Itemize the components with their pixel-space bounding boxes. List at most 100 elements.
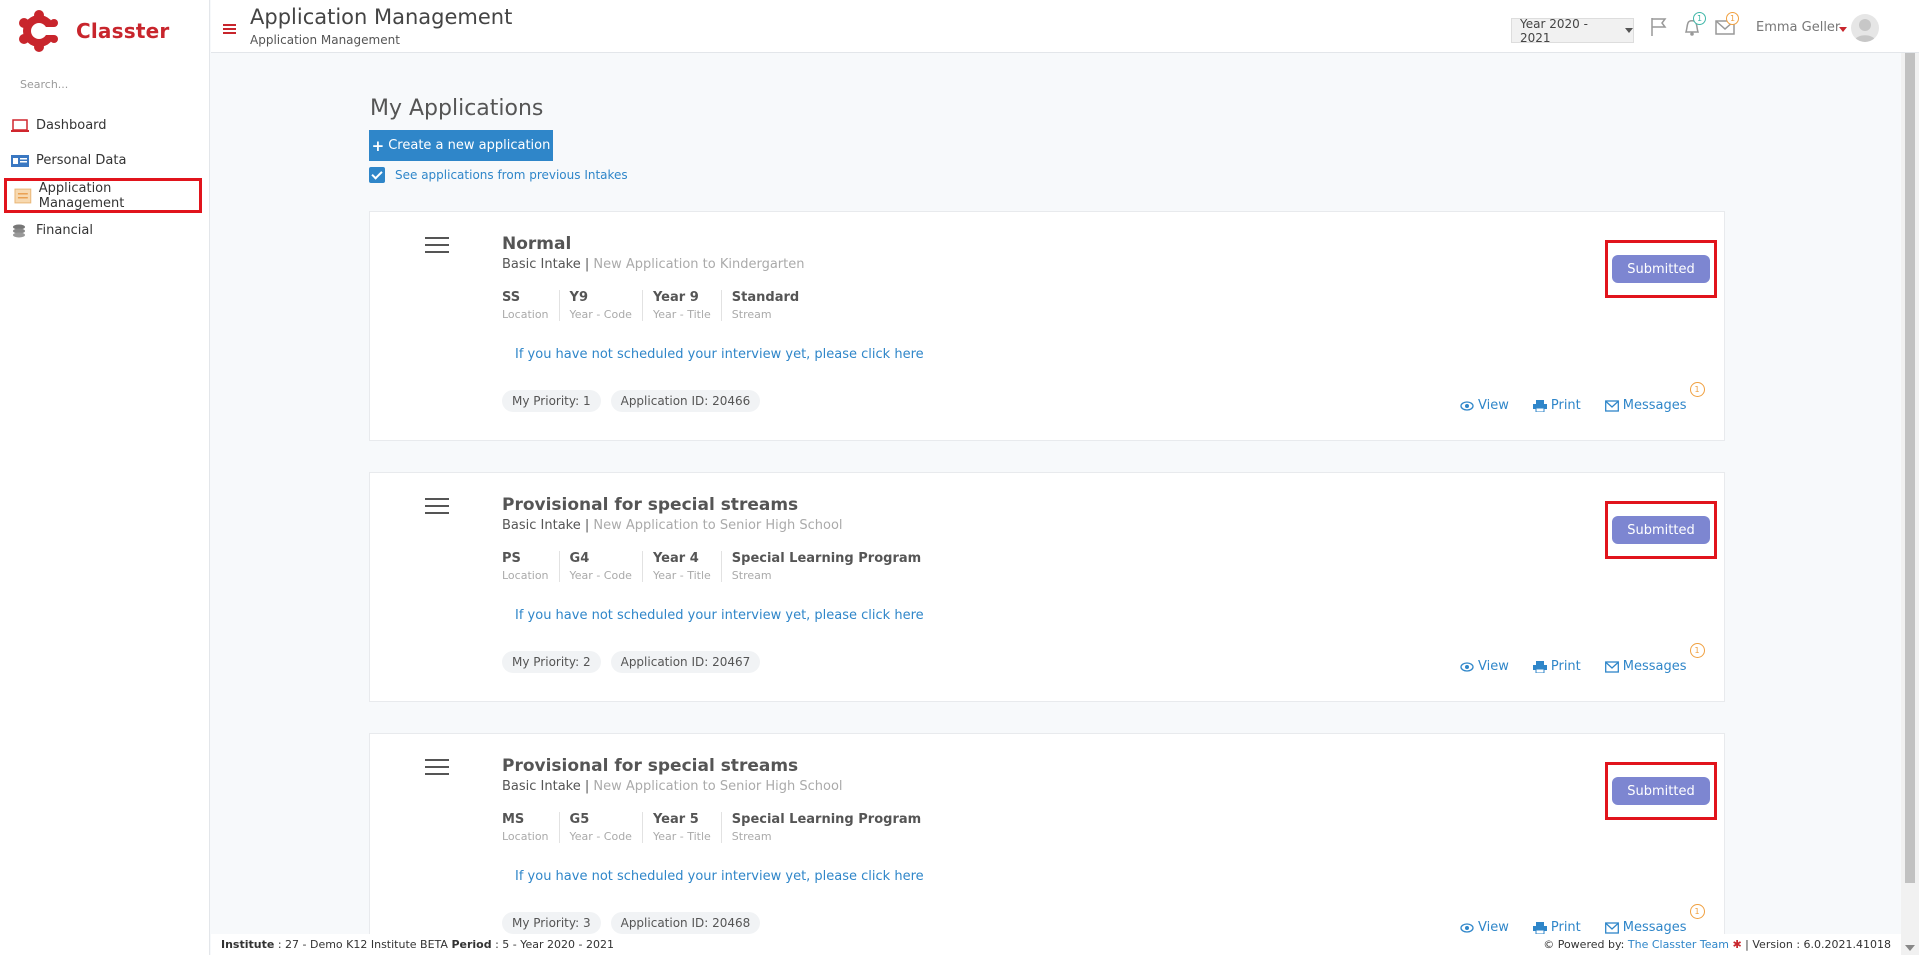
footer-institute: Institute : 27 - Demo K12 Institute BETA… bbox=[221, 938, 614, 951]
field-year-title: Year 5 Year - Title bbox=[641, 812, 721, 843]
field-stream: Special Learning Program Stream bbox=[720, 551, 931, 582]
priority-badge: My Priority: 3 bbox=[502, 912, 601, 934]
drag-handle-icon[interactable] bbox=[425, 498, 449, 516]
field-location: SS Location bbox=[502, 290, 549, 321]
status-highlight: Submitted bbox=[1605, 762, 1717, 820]
page-scrollbar[interactable] bbox=[1901, 53, 1919, 955]
intake-name: Basic Intake bbox=[502, 257, 581, 272]
view-link[interactable]: View bbox=[1460, 398, 1509, 413]
sidebar-item-dashboard[interactable]: Dashboard bbox=[0, 108, 210, 143]
sidebar-item-personal-data[interactable]: Personal Data bbox=[0, 143, 210, 178]
mail-badge: 1 bbox=[1726, 12, 1739, 25]
application-subtitle: Basic Intake | New Application to Kinder… bbox=[502, 257, 805, 272]
application-actions: View Print Messages 1 bbox=[1460, 382, 1705, 413]
user-menu-caret-icon[interactable] bbox=[1839, 27, 1847, 32]
scroll-down-icon[interactable] bbox=[1905, 945, 1915, 951]
sidebar: Classter Dashboard Personal Data bbox=[0, 0, 210, 955]
sidebar-item-label: Personal Data bbox=[36, 153, 127, 168]
plus-icon: + bbox=[371, 136, 385, 155]
application-fields: SS Location Y9 Year - Code Year 9 Year - Ti… bbox=[502, 290, 809, 321]
status-highlight: Submitted bbox=[1605, 501, 1717, 559]
previous-intakes-checkbox[interactable] bbox=[369, 167, 385, 183]
sidebar-search-input[interactable] bbox=[20, 78, 190, 91]
application-actions: View Print Messages 1 bbox=[1460, 643, 1705, 674]
intake-name: Basic Intake bbox=[502, 779, 581, 794]
printer-icon bbox=[1532, 660, 1547, 673]
envelope-icon bbox=[1604, 399, 1619, 412]
application-id-badge: Application ID: 20468 bbox=[610, 912, 761, 934]
application-fields: MS Location G5 Year - Code Year 5 Year - Ti… bbox=[502, 812, 931, 843]
previous-intakes-label[interactable]: See applications from previous Intakes bbox=[395, 168, 628, 182]
messages-link[interactable]: Messages 1 bbox=[1604, 643, 1705, 674]
printer-icon bbox=[1532, 399, 1547, 412]
sidebar-item-financial[interactable]: Financial bbox=[0, 213, 210, 248]
priority-badge: My Priority: 2 bbox=[502, 651, 601, 673]
drag-handle-icon[interactable] bbox=[425, 759, 449, 777]
status-button[interactable]: Submitted bbox=[1612, 255, 1710, 283]
interview-link[interactable]: If you have not scheduled your interview… bbox=[515, 869, 924, 884]
view-link[interactable]: View bbox=[1460, 659, 1509, 674]
sidebar-item-label: Financial bbox=[36, 223, 93, 238]
application-title: Provisional for special streams bbox=[502, 495, 799, 515]
field-stream: Standard Stream bbox=[720, 290, 809, 321]
field-location: PS Location bbox=[502, 551, 549, 582]
application-card: Provisional for special streams Basic In… bbox=[369, 733, 1725, 955]
sidebar-item-label: Dashboard bbox=[36, 118, 107, 133]
print-link[interactable]: Print bbox=[1532, 659, 1581, 674]
scrollbar-thumb[interactable] bbox=[1905, 53, 1915, 883]
messages-link[interactable]: Messages 1 bbox=[1604, 382, 1705, 413]
envelope-icon bbox=[1604, 660, 1619, 673]
previous-intakes-toggle[interactable]: See applications from previous Intakes bbox=[369, 167, 628, 183]
classter-team-link[interactable]: The Classter Team bbox=[1628, 938, 1729, 951]
main-heading: My Applications bbox=[370, 96, 544, 121]
application-pills: My Priority: 2 Application ID: 20467 bbox=[502, 651, 770, 673]
page-title: Application Management bbox=[250, 5, 513, 29]
logo[interactable]: Classter bbox=[18, 10, 169, 52]
flag-icon[interactable] bbox=[1648, 16, 1670, 38]
mail-icon[interactable]: 1 bbox=[1714, 12, 1739, 38]
eye-icon bbox=[1460, 400, 1474, 411]
top-bar: Application Management Application Manag… bbox=[211, 0, 1919, 53]
drag-handle-icon[interactable] bbox=[425, 237, 449, 255]
application-id-badge: Application ID: 20466 bbox=[610, 390, 761, 412]
copyright-icon: © bbox=[1543, 938, 1555, 951]
application-id-badge: Application ID: 20467 bbox=[610, 651, 761, 673]
application-card: Provisional for special streams Basic In… bbox=[369, 472, 1725, 702]
program-name: New Application to Senior High School bbox=[593, 779, 843, 794]
intake-name: Basic Intake bbox=[502, 518, 581, 533]
year-select[interactable]: Year 2020 - 2021 bbox=[1511, 17, 1634, 45]
sidebar-item-application-management[interactable]: Application Management bbox=[4, 178, 202, 213]
printer-icon bbox=[1532, 921, 1547, 934]
notifications-badge: 1 bbox=[1693, 12, 1706, 25]
interview-link[interactable]: If you have not scheduled your interview… bbox=[515, 347, 924, 362]
status-button[interactable]: Submitted bbox=[1612, 516, 1710, 544]
create-application-button[interactable]: + Create a new application bbox=[369, 130, 553, 161]
avatar[interactable] bbox=[1851, 14, 1879, 42]
classter-logo-icon bbox=[19, 10, 58, 52]
application-actions: View Print Messages 1 bbox=[1460, 904, 1705, 935]
interview-link[interactable]: If you have not scheduled your interview… bbox=[515, 608, 924, 623]
eye-icon bbox=[1460, 922, 1474, 933]
bell-icon[interactable]: 1 bbox=[1681, 12, 1706, 38]
sidebar-item-label: Application Management bbox=[38, 180, 125, 211]
application-pills: My Priority: 1 Application ID: 20466 bbox=[502, 390, 770, 412]
menu-toggle-icon[interactable] bbox=[223, 24, 236, 34]
application-subtitle: Basic Intake | New Application to Senior… bbox=[502, 779, 843, 794]
messages-link[interactable]: Messages 1 bbox=[1604, 904, 1705, 935]
application-fields: PS Location G4 Year - Code Year 4 Year - Ti… bbox=[502, 551, 931, 582]
status-button[interactable]: Submitted bbox=[1612, 777, 1710, 805]
messages-badge: 1 bbox=[1689, 904, 1705, 919]
user-name[interactable]: Emma Geller bbox=[1756, 20, 1840, 35]
messages-badge: 1 bbox=[1689, 382, 1705, 397]
eye-icon bbox=[1460, 661, 1474, 672]
field-stream: Special Learning Program Stream bbox=[720, 812, 931, 843]
view-link[interactable]: View bbox=[1460, 920, 1509, 935]
print-link[interactable]: Print bbox=[1532, 920, 1581, 935]
id-card-icon bbox=[11, 154, 29, 167]
chevron-down-icon bbox=[1625, 28, 1633, 33]
print-link[interactable]: Print bbox=[1532, 398, 1581, 413]
field-year-code: G4 Year - Code bbox=[558, 551, 642, 582]
brand-name: Classter bbox=[76, 19, 170, 43]
field-year-title: Year 4 Year - Title bbox=[641, 551, 721, 582]
folder-icon bbox=[14, 188, 32, 203]
